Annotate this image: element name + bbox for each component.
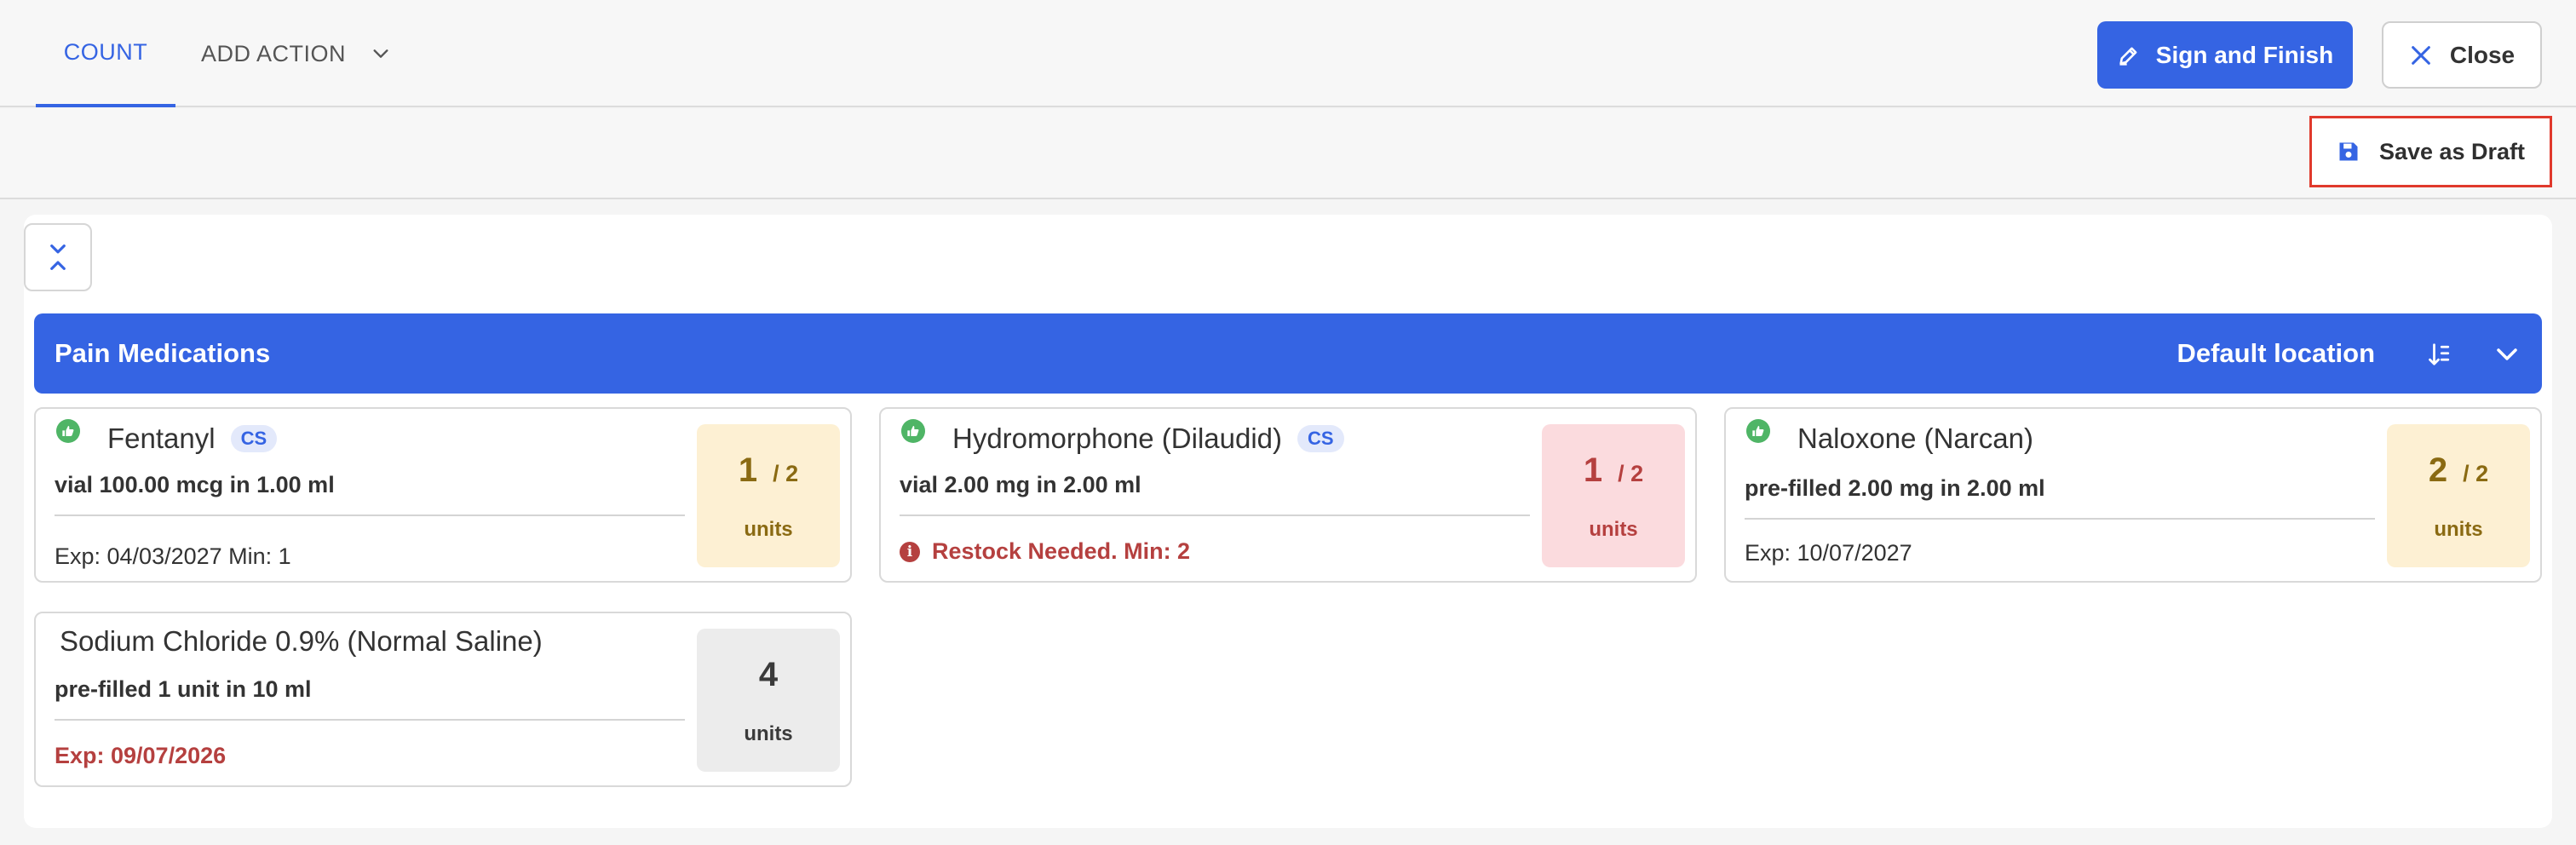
save-icon [2339,142,2358,161]
medication-expiry: Exp: 09/07/2026 [55,743,227,768]
count-box[interactable]: 2 / 2 units [2387,424,2530,567]
thumbs-up-icon [901,419,925,443]
medication-card[interactable]: Hydromorphone (Dilaudid) CS vial 2.00 mg … [879,407,1697,583]
count-box[interactable]: 4 units [697,629,840,772]
thumbs-up-icon [1746,419,1770,443]
restock-warning-text: Restock Needed. Min: 2 [932,538,1191,564]
count-unit: units [1589,518,1638,541]
divider [1745,518,2375,520]
count-total: / 2 [773,461,799,486]
tab-count[interactable]: COUNT [36,0,175,107]
divider [55,514,685,516]
medication-name: Sodium Chloride 0.9% (Normal Saline) [60,625,543,658]
sort-icon[interactable] [2428,342,2453,367]
medication-card[interactable]: Sodium Chloride 0.9% (Normal Saline) pre… [34,612,852,787]
medication-expiry: Exp: 04/03/2027 Min: 1 [55,543,291,569]
count-unit: units [744,722,793,745]
medication-name-text: Hydromorphone (Dilaudid) [952,422,1283,454]
count-unit: units [2434,518,2483,541]
count-value: 1 / 2 [697,451,840,490]
count-box[interactable]: 1 / 2 units [697,424,840,567]
medication-description: pre-filled 1 unit in 10 ml [55,676,312,702]
thumbs-up-icon [56,419,80,443]
save-bar: Save as Draft [0,109,2576,199]
count-number: 2 [2428,451,2448,489]
chevron-down-icon[interactable] [2494,342,2520,367]
sign-and-finish-label: Sign and Finish [2155,41,2334,68]
group-location[interactable]: Default location [2176,313,2375,394]
top-bar: COUNT ADD ACTION Sign and Finish Close [0,0,2576,107]
group-header[interactable]: Pain Medications Default location [34,313,2542,394]
cs-badge: CS [230,425,278,452]
count-number: 1 [1583,451,1603,489]
restock-warning: i Restock Needed. Min: 2 [900,538,1190,565]
count-value: 2 / 2 [2387,451,2530,490]
cs-badge: CS [1297,425,1344,452]
pencil-icon [2119,47,2137,66]
content-panel: Pain Medications Default location Fentan… [24,215,2552,828]
medication-name: Hydromorphone (Dilaudid) CS [952,422,1344,455]
medication-card[interactable]: Fentanyl CS vial 100.00 mcg in 1.00 ml Ex… [34,407,852,583]
count-number: 4 [758,656,779,693]
count-total: / 2 [2463,461,2489,486]
medication-name-text: Sodium Chloride 0.9% (Normal Saline) [60,625,543,657]
chevron-down-icon [373,49,388,58]
count-total: / 2 [1618,461,1644,486]
collapse-all-icon [50,244,66,270]
close-icon [2412,45,2430,65]
medication-name: Naloxone (Narcan) [1797,422,2033,455]
tab-add-action-label: ADD ACTION [201,40,347,66]
save-as-draft-button[interactable]: Save as Draft [2309,116,2552,187]
divider [55,719,685,721]
count-unit: units [744,518,793,541]
tab-count-label: COUNT [63,38,148,65]
save-as-draft-label: Save as Draft [2378,138,2526,164]
medication-name: Fentanyl CS [107,422,278,455]
count-box[interactable]: 1 / 2 units [1542,424,1685,567]
close-label: Close [2449,41,2516,68]
medication-name-text: Naloxone (Narcan) [1797,422,2033,454]
info-icon: i [900,541,920,562]
divider [900,514,1530,516]
medication-name-text: Fentanyl [107,422,216,454]
collapse-all-button[interactable] [24,223,92,291]
count-value: 1 / 2 [1542,451,1685,490]
medication-description: vial 2.00 mg in 2.00 ml [900,472,1141,497]
sign-and-finish-button[interactable]: Sign and Finish [2097,21,2353,89]
medication-description: vial 100.00 mcg in 1.00 ml [55,472,335,497]
tab-add-action[interactable]: ADD ACTION [201,0,390,107]
medication-expiry: Exp: 10/07/2027 [1745,540,1912,566]
group-title: Pain Medications [55,338,271,368]
medication-description: pre-filled 2.00 mg in 2.00 ml [1745,475,2045,501]
medication-card[interactable]: Naloxone (Narcan) pre-filled 2.00 mg in … [1724,407,2542,583]
count-value: 4 [697,656,840,694]
close-button[interactable]: Close [2382,21,2542,89]
count-number: 1 [738,451,758,489]
